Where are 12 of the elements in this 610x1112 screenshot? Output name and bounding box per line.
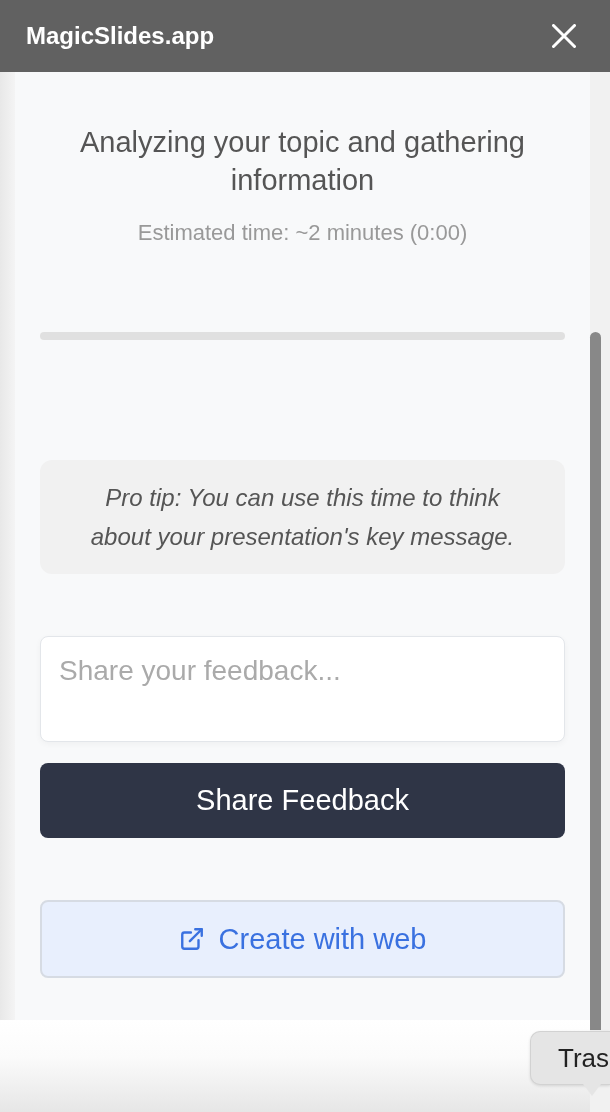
feedback-input[interactable]: Share your feedback... <box>40 636 565 742</box>
close-icon <box>552 24 576 48</box>
share-feedback-button[interactable]: Share Feedback <box>40 763 565 838</box>
window-title: MagicSlides.app <box>26 22 215 50</box>
status-message: Analyzing your topic and gathering information <box>79 125 526 198</box>
tip-text: Pro tip: You can use this time to think about your presentation's key message. <box>89 483 516 552</box>
close-button[interactable] <box>552 24 576 48</box>
estimated-time: Estimated time: ~2 minutes (0:00) <box>136 221 469 245</box>
create-with-web-button[interactable]: Create with web <box>40 900 565 978</box>
scrollbar-thumb[interactable] <box>590 332 601 1030</box>
external-link-icon <box>178 926 205 952</box>
tooltip: Tras <box>530 1031 610 1085</box>
